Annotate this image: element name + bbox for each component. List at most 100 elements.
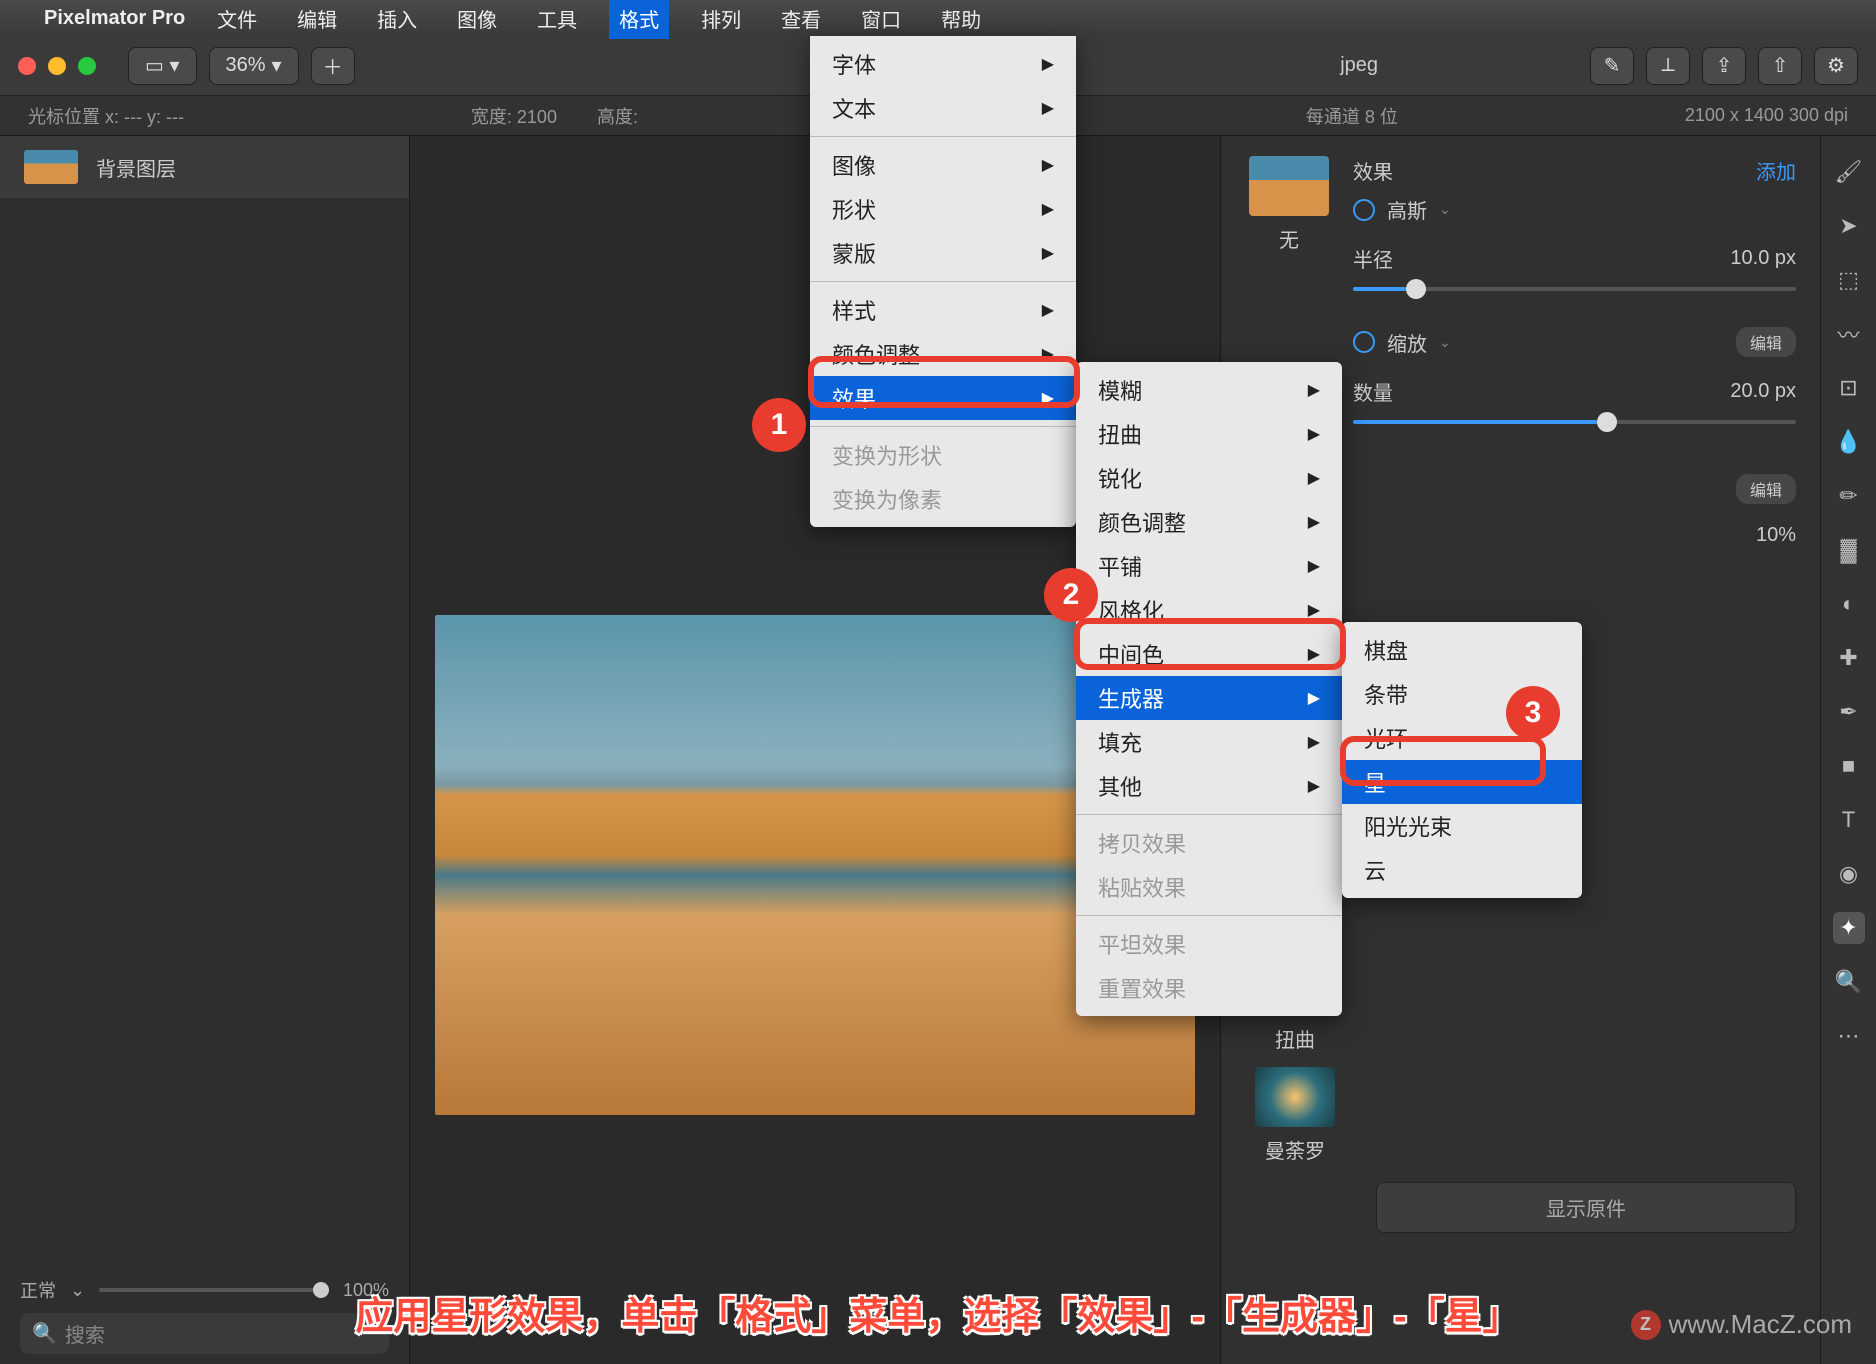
menu-item[interactable]: 字体▶: [810, 42, 1076, 86]
edit-button[interactable]: 编辑: [1736, 327, 1796, 357]
menu-edit[interactable]: 编辑: [289, 2, 345, 35]
menu-item: 变换为像素: [810, 477, 1076, 521]
sidebar-toggle-button[interactable]: ▭ ▾: [128, 47, 197, 85]
menu-item[interactable]: 颜色调整▶: [810, 332, 1076, 376]
menu-item[interactable]: 蒙版▶: [810, 231, 1076, 275]
menu-item[interactable]: 锐化▶: [1076, 456, 1342, 500]
crop-tool-button[interactable]: ⟂: [1646, 47, 1690, 85]
menu-insert[interactable]: 插入: [369, 2, 425, 35]
submenu-arrow-icon: ▶: [1308, 644, 1320, 664]
effect-toggle-icon[interactable]: [1353, 331, 1375, 353]
document-ext: jpeg: [1340, 54, 1378, 77]
menu-file[interactable]: 文件: [209, 2, 265, 35]
menu-help[interactable]: 帮助: [933, 2, 989, 35]
more-icon[interactable]: ⋯: [1833, 1020, 1865, 1052]
info-channel: 每通道 8 位: [1306, 103, 1398, 129]
menu-item[interactable]: 其他▶: [1076, 764, 1342, 808]
radius-slider[interactable]: [1353, 287, 1796, 291]
chevron-down-icon[interactable]: ⌄: [1439, 201, 1451, 218]
add-effect-button[interactable]: 添加: [1756, 156, 1796, 185]
cursor-position: 光标位置 x: --- y: ---: [28, 103, 184, 129]
amount-slider[interactable]: [1353, 420, 1796, 424]
menu-item[interactable]: 形状▶: [810, 187, 1076, 231]
menu-arrange[interactable]: 排列: [693, 2, 749, 35]
watermark: Z www.MacZ.com: [1631, 1309, 1852, 1340]
edit-button[interactable]: 编辑: [1736, 474, 1796, 504]
menu-image[interactable]: 图像: [449, 2, 505, 35]
effect-preview-none[interactable]: [1249, 156, 1329, 216]
menu-item[interactable]: 棋盘: [1342, 628, 1582, 672]
submenu-arrow-icon: ▶: [1042, 155, 1054, 175]
zoom-dropdown[interactable]: 36% ▾: [209, 47, 299, 85]
app-name[interactable]: Pixelmator Pro: [44, 7, 185, 30]
menu-item[interactable]: 云: [1342, 848, 1582, 892]
menu-format[interactable]: 格式: [609, 0, 669, 39]
chevron-down-icon[interactable]: ⌄: [1439, 334, 1451, 351]
format-menu: 字体▶文本▶图像▶形状▶蒙版▶样式▶颜色调整▶效果▶变换为形状变换为像素: [810, 36, 1076, 527]
show-original-button[interactable]: 显示原件: [1376, 1182, 1796, 1233]
marquee-icon[interactable]: ⬚: [1833, 264, 1865, 296]
menu-item[interactable]: 填充▶: [1076, 720, 1342, 764]
fullscreen-icon[interactable]: [78, 57, 96, 75]
menu-item[interactable]: 中间色▶: [1076, 632, 1342, 676]
arrow-icon[interactable]: ➤: [1833, 210, 1865, 242]
menu-item[interactable]: 效果▶: [810, 376, 1076, 420]
color-icon[interactable]: ◉: [1833, 858, 1865, 890]
brush-tool-button[interactable]: ✎: [1590, 47, 1634, 85]
layer-search-input[interactable]: 🔍 搜索: [20, 1313, 389, 1354]
menu-item[interactable]: 风格化▶: [1076, 588, 1342, 632]
gaussian-label: 高斯: [1387, 195, 1427, 224]
close-icon[interactable]: [18, 57, 36, 75]
menu-window[interactable]: 窗口: [853, 2, 909, 35]
add-button[interactable]: ＋: [311, 47, 355, 85]
menu-item[interactable]: 样式▶: [810, 288, 1076, 332]
tutorial-caption: 应用星形效果，单击「格式」菜单，选择「效果」-「生成器」-「星」: [355, 1285, 1520, 1340]
pencil-icon[interactable]: ✏: [1833, 480, 1865, 512]
submenu-arrow-icon: ▶: [1308, 600, 1320, 620]
effect-toggle-icon[interactable]: [1353, 199, 1375, 221]
callout-number-1: 1: [752, 398, 806, 452]
menu-item[interactable]: 文本▶: [810, 86, 1076, 130]
search-icon: 🔍: [32, 1321, 57, 1346]
zoom-icon[interactable]: 🔍: [1833, 966, 1865, 998]
effect-preview-kaleidoscope[interactable]: [1255, 1067, 1335, 1127]
amount-value: 20.0 px: [1730, 380, 1796, 403]
menu-item: 拷贝效果: [1076, 821, 1342, 865]
eraser-icon[interactable]: ◐: [1833, 588, 1865, 620]
export-button[interactable]: ⇪: [1702, 47, 1746, 85]
menu-tools[interactable]: 工具: [529, 2, 585, 35]
blend-mode-dropdown[interactable]: 正常: [20, 1277, 56, 1303]
menu-item[interactable]: 星: [1342, 760, 1582, 804]
submenu-arrow-icon: ▶: [1042, 199, 1054, 219]
pen-icon[interactable]: ✒: [1833, 696, 1865, 728]
submenu-arrow-icon: ▶: [1042, 98, 1054, 118]
menu-item[interactable]: 颜色调整▶: [1076, 500, 1342, 544]
submenu-arrow-icon: ▶: [1042, 344, 1054, 364]
share-button[interactable]: ⇧: [1758, 47, 1802, 85]
menu-view[interactable]: 查看: [773, 2, 829, 35]
menu-item[interactable]: 阳光光束: [1342, 804, 1582, 848]
brush-icon[interactable]: 🖌: [1833, 156, 1865, 188]
opacity-slider[interactable]: [99, 1288, 329, 1292]
effects-icon[interactable]: ✦: [1833, 912, 1865, 944]
radius-label: 半径: [1353, 244, 1393, 273]
menu-item[interactable]: 生成器▶: [1076, 676, 1342, 720]
heal-icon[interactable]: ✚: [1833, 642, 1865, 674]
menu-item[interactable]: 图像▶: [810, 143, 1076, 187]
menu-item[interactable]: 扭曲▶: [1076, 412, 1342, 456]
eyedropper-icon[interactable]: 💧: [1833, 426, 1865, 458]
menu-item[interactable]: 模糊▶: [1076, 368, 1342, 412]
menu-item[interactable]: 平铺▶: [1076, 544, 1342, 588]
shape-icon[interactable]: ■: [1833, 750, 1865, 782]
minimize-icon[interactable]: [48, 57, 66, 75]
lasso-icon[interactable]: 〰: [1833, 318, 1865, 350]
mac-menubar: Pixelmator Pro 文件 编辑 插入 图像 工具 格式 排列 查看 窗…: [0, 0, 1876, 36]
crop-icon[interactable]: ⊡: [1833, 372, 1865, 404]
settings-button[interactable]: ⚙: [1814, 47, 1858, 85]
fill-icon[interactable]: ▓: [1833, 534, 1865, 566]
submenu-arrow-icon: ▶: [1308, 424, 1320, 444]
submenu-arrow-icon: ▶: [1042, 243, 1054, 263]
text-icon[interactable]: T: [1833, 804, 1865, 836]
layer-row[interactable]: 背景图层: [0, 136, 409, 198]
kaleidoscope-label: 曼荼罗: [1265, 1135, 1325, 1164]
